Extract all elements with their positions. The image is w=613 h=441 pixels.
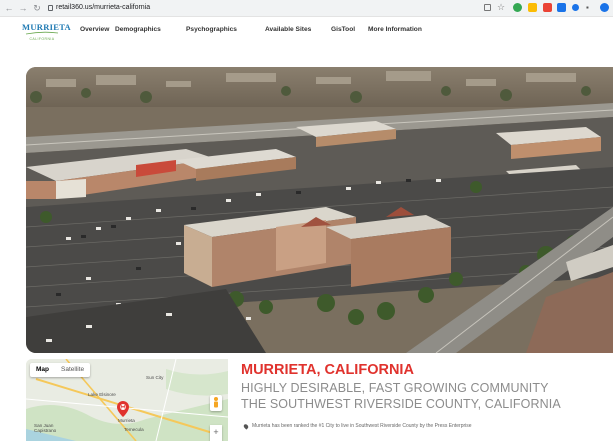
extension-blue-icon[interactable] bbox=[557, 3, 566, 12]
browser-toolbar: ← → ↻ retail360.us/murrieta-california ☆… bbox=[0, 0, 613, 17]
map-tab-map[interactable]: Map bbox=[30, 363, 55, 377]
extension-red-icon[interactable] bbox=[543, 3, 552, 12]
site-header: MURRIETA CALIFORNIA Overview Demographic… bbox=[0, 17, 613, 47]
lock-icon bbox=[48, 5, 53, 11]
arrow-right-icon[interactable]: → bbox=[18, 3, 28, 13]
extension-dot-icon[interactable] bbox=[572, 4, 579, 11]
highlight-bullet: Murrieta has been ranked the #1 City to … bbox=[242, 422, 472, 430]
address-bar-url: retail360.us/murrieta-california bbox=[56, 4, 151, 11]
nav-psychographics[interactable]: Psychographics bbox=[186, 26, 237, 33]
map-label-san-juan-capistrano: San Juan Capistrano bbox=[34, 423, 57, 433]
arrow-left-icon[interactable]: ← bbox=[4, 3, 14, 13]
map-zoom-in-button[interactable]: + bbox=[210, 425, 222, 441]
map-label-sun-city: Sun City bbox=[146, 375, 164, 380]
nav-available-sites[interactable]: Available Sites bbox=[265, 26, 311, 33]
reload-icon[interactable]: ↻ bbox=[32, 3, 42, 13]
map-marker-icon[interactable] bbox=[117, 401, 129, 417]
nav-more-information[interactable]: More Information bbox=[368, 26, 422, 33]
location-pin-icon bbox=[242, 422, 250, 430]
extension-green-icon[interactable] bbox=[513, 3, 522, 12]
map-label-lake-elsinore: Lake Elsinore bbox=[88, 392, 116, 397]
city-title: MURRIETA, CALIFORNIA bbox=[241, 362, 414, 378]
hero-aerial-image bbox=[26, 67, 613, 353]
nav-demographics[interactable]: Demographics bbox=[115, 26, 161, 33]
star-icon[interactable]: ☆ bbox=[497, 3, 506, 12]
highlight-bullet-text: Murrieta has been ranked the #1 City to … bbox=[252, 423, 472, 429]
logo-subtext: CALIFORNIA bbox=[29, 37, 55, 41]
extension-yellow-icon[interactable] bbox=[528, 3, 537, 12]
map-tab-satellite[interactable]: Satellite bbox=[55, 363, 90, 377]
logo-swoosh-icon bbox=[25, 31, 59, 35]
map-type-tabs: Map Satellite bbox=[30, 363, 91, 377]
aerial-shopping-center-illustration bbox=[26, 67, 613, 353]
profile-avatar[interactable] bbox=[600, 3, 609, 12]
share-icon[interactable] bbox=[484, 4, 491, 11]
nav-gistool[interactable]: GisTool bbox=[331, 26, 355, 33]
address-bar[interactable]: retail360.us/murrieta-california bbox=[48, 2, 150, 14]
map-label-murrieta: Murrieta bbox=[118, 418, 135, 423]
location-map[interactable]: Map Satellite Lake Elsinore Murrieta Tem… bbox=[26, 359, 228, 441]
street-view-pegman-icon[interactable] bbox=[210, 395, 222, 411]
tagline-line-1: HIGHLY DESIRABLE, FAST GROWING COMMUNITY bbox=[241, 381, 549, 395]
nav-overview[interactable]: Overview bbox=[80, 26, 109, 33]
site-logo[interactable]: MURRIETA CALIFORNIA bbox=[22, 22, 71, 44]
puzzle-icon[interactable]: ▪ bbox=[586, 3, 595, 12]
tagline-line-2: THE SOUTHWEST RIVERSIDE COUNTY, CALIFORN… bbox=[241, 397, 561, 411]
map-label-temecula: Temecula bbox=[124, 427, 144, 432]
